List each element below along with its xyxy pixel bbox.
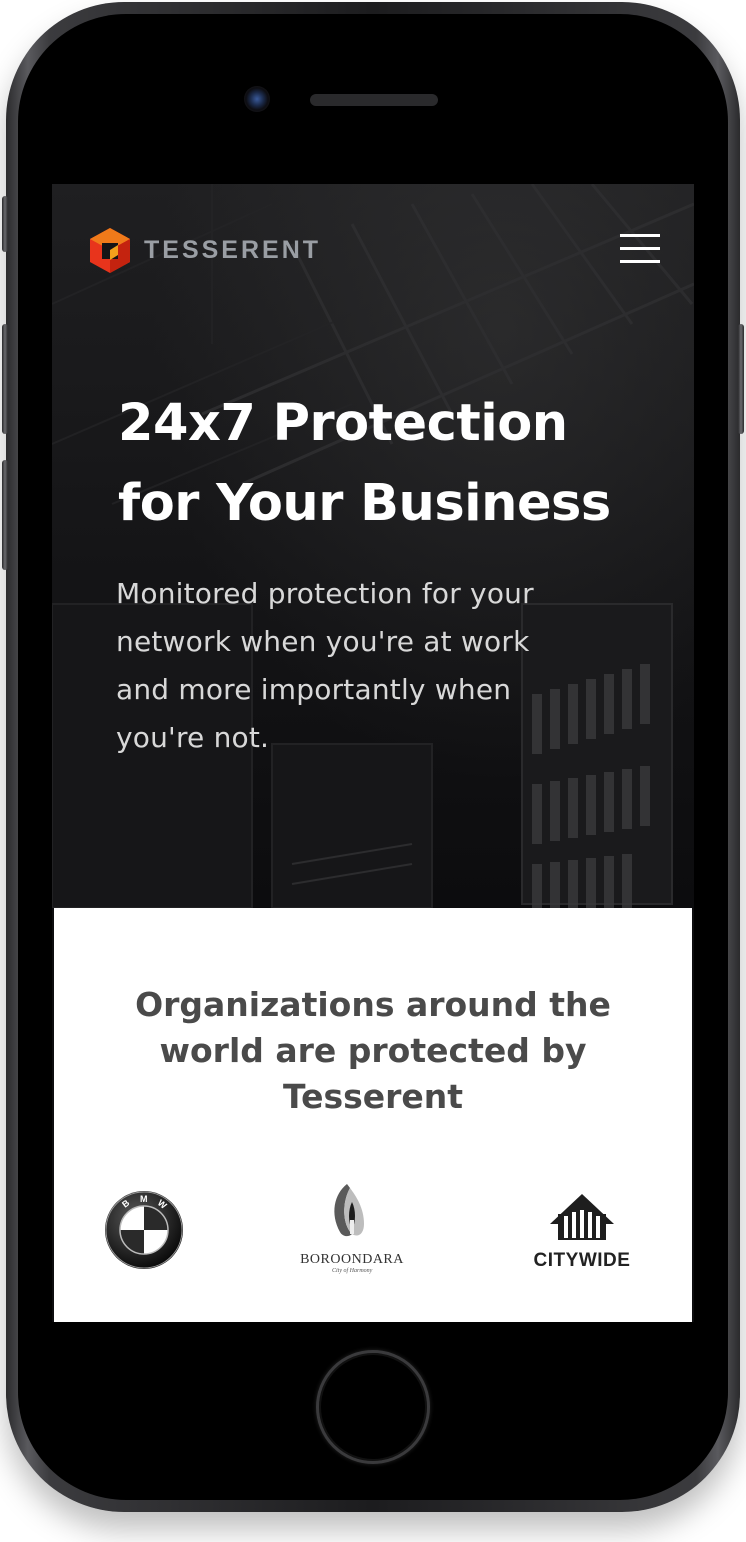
camera-icon [244, 86, 270, 112]
clients-heading-line: Organizations around the [135, 985, 611, 1024]
volume-down-button [2, 460, 8, 570]
brand-name: TESSERENT [144, 235, 322, 264]
hero-subtitle-line: you're not. [116, 721, 270, 754]
brand-logo[interactable]: TESSERENT [88, 226, 321, 274]
clients-heading-line: world are protected by [159, 1031, 587, 1070]
citywide-name: CITYWIDE [533, 1250, 631, 1271]
boroondara-name: BOROONDARA [300, 1252, 404, 1267]
clients-section: Organizations around the world are prote… [54, 908, 692, 1322]
speaker-grille [310, 94, 438, 106]
bmw-letter: M [140, 1194, 148, 1204]
hero-title-line-1: 24x7 Protection [118, 394, 568, 453]
hero-section: TESSERENT 24x7 Protection for Your Busin… [52, 184, 694, 908]
silent-switch [2, 196, 8, 252]
hero-subtitle: Monitored protection for your network wh… [116, 570, 636, 762]
hero-subtitle-line: network when you're at work [116, 625, 530, 658]
boroondara-logo: BOROONDARA City of Harmony [292, 1180, 412, 1280]
clients-heading-line: Tesserent [282, 1077, 464, 1116]
citywide-logo: CITYWIDE [522, 1188, 642, 1274]
hamburger-menu-icon[interactable] [620, 234, 662, 266]
clients-heading: Organizations around the world are prote… [94, 982, 652, 1120]
hero-title: 24x7 Protection for Your Business [118, 384, 658, 544]
hero-title-line-2: for Your Business [118, 474, 611, 533]
tesserent-cube-icon [90, 228, 130, 273]
hero-subtitle-line: and more importantly when [116, 673, 512, 706]
volume-up-button [2, 324, 8, 434]
hero-subtitle-line: Monitored protection for your [116, 577, 534, 610]
screen: TESSERENT 24x7 Protection for Your Busin… [52, 184, 694, 1322]
boroondara-tagline: City of Harmony [332, 1268, 373, 1274]
home-button[interactable] [316, 1350, 430, 1464]
power-button [738, 324, 744, 434]
bmw-logo: B M W [104, 1190, 184, 1270]
